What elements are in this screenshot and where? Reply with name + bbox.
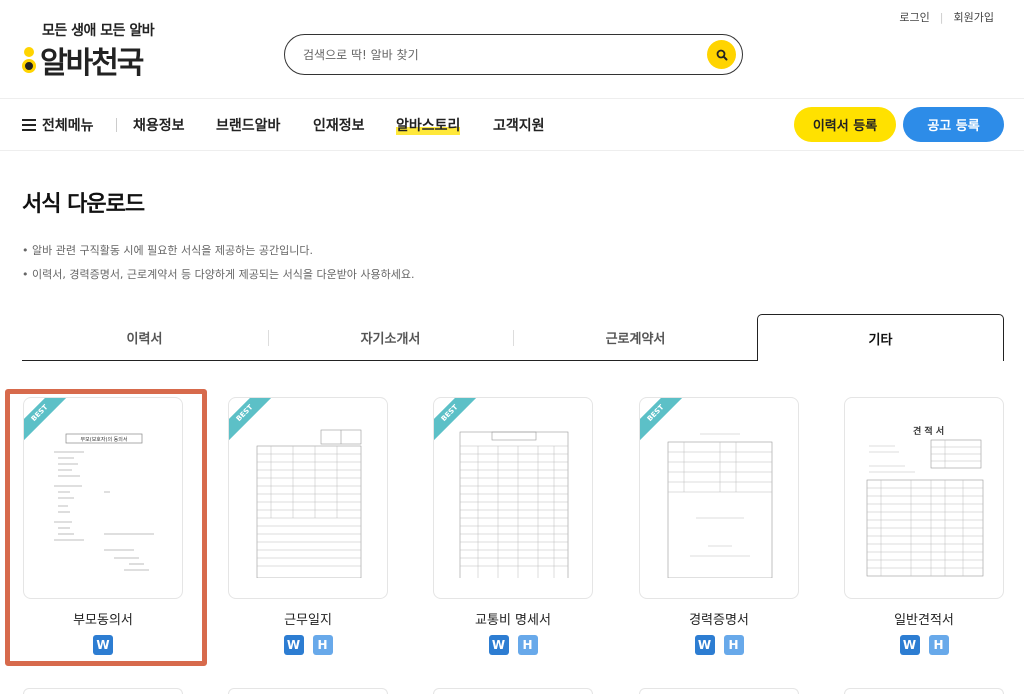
format-badges: W H — [228, 635, 388, 655]
form-thumbnail[interactable]: BEST — [228, 397, 388, 599]
nav-item-brand[interactable]: 브랜드알바 — [216, 115, 280, 135]
form-card-partial — [639, 688, 799, 694]
form-thumbnail[interactable]: BEST — [639, 397, 799, 599]
main-nav: 전체메뉴 채용정보 브랜드알바 인재정보 알바스토리 고객지원 이력서 등록 공… — [0, 98, 1024, 151]
page-description: • 이력서, 경력증명서, 근로계약서 등 다양하게 제공되는 서식을 다운받아… — [22, 268, 415, 281]
nav-divider — [116, 118, 117, 132]
nav-item-story[interactable]: 알바스토리 — [396, 115, 461, 135]
best-ribbon: BEST — [640, 398, 684, 442]
word-download-button[interactable]: W — [899, 635, 920, 655]
search-input[interactable] — [303, 44, 703, 66]
form-card-partial — [844, 688, 1004, 694]
nav-item-support[interactable]: 고객지원 — [493, 115, 545, 135]
word-download-button[interactable]: W — [694, 635, 715, 655]
search-icon — [716, 49, 727, 60]
search-button[interactable] — [707, 40, 736, 69]
best-ribbon: BEST — [229, 398, 273, 442]
form-card-partial — [23, 688, 183, 694]
signup-link[interactable]: 회원가입 — [954, 9, 994, 25]
all-menu-button[interactable]: 전체메뉴 — [22, 115, 94, 135]
format-badges: W H — [844, 635, 1004, 655]
form-name[interactable]: 교통비 명세서 — [433, 609, 593, 628]
hwp-download-button[interactable]: H — [723, 635, 744, 655]
hwp-download-button[interactable]: H — [312, 635, 333, 655]
document-preview — [459, 431, 569, 578]
search-bar — [284, 34, 743, 75]
hwp-download-button[interactable]: H — [928, 635, 949, 655]
hamburger-icon — [22, 119, 36, 131]
form-name[interactable]: 경력증명서 — [639, 609, 799, 628]
form-tabs: 이력서 자기소개서 근로계약서 기타 — [22, 314, 1004, 361]
form-thumbnail[interactable]: BEST — [433, 397, 593, 599]
doc-title: 견 적 서 — [913, 425, 944, 437]
word-download-button[interactable]: W — [488, 635, 509, 655]
form-name[interactable]: 근무일지 — [228, 609, 388, 628]
nav-item-jobs[interactable]: 채용정보 — [133, 115, 185, 135]
logo-tagline: 모든 생애 모든 알바 — [42, 23, 155, 39]
document-preview — [667, 433, 773, 578]
document-preview: 견 적 서 — [866, 425, 984, 577]
hwp-download-button[interactable]: H — [517, 635, 538, 655]
word-download-button[interactable]: W — [283, 635, 304, 655]
page-title: 서식 다운로드 — [22, 192, 145, 217]
format-badges: W H — [433, 635, 593, 655]
top-links: 로그인 | 회원가입 — [899, 9, 994, 25]
form-name[interactable]: 일반견적서 — [844, 609, 1004, 628]
tab-resume[interactable]: 이력서 — [22, 314, 267, 361]
selection-highlight — [5, 389, 207, 666]
login-link[interactable]: 로그인 — [899, 9, 929, 25]
tab-etc[interactable]: 기타 — [757, 314, 1004, 361]
form-thumbnail[interactable]: 견 적 서 — [844, 397, 1004, 599]
tab-labor-contract[interactable]: 근로계약서 — [513, 314, 758, 361]
resume-register-button[interactable]: 이력서 등록 — [794, 107, 896, 142]
nav-item-talent[interactable]: 인재정보 — [313, 115, 365, 135]
form-card-partial — [228, 688, 388, 694]
logo-text: 알바천국 — [40, 46, 144, 81]
best-ribbon: BEST — [434, 398, 478, 442]
job-post-button[interactable]: 공고 등록 — [903, 107, 1004, 142]
tab-cover-letter[interactable]: 자기소개서 — [268, 314, 513, 361]
link-separator: | — [939, 10, 944, 24]
document-preview — [256, 429, 362, 578]
bee-icon — [22, 45, 38, 75]
logo[interactable]: 모든 생애 모든 알바 알바천국 — [22, 20, 172, 81]
all-menu-label: 전체메뉴 — [42, 118, 94, 134]
page-description: • 알바 관련 구직활동 시에 필요한 서식을 제공하는 공간입니다. — [22, 244, 313, 257]
format-badges: W H — [639, 635, 799, 655]
form-card-partial — [433, 688, 593, 694]
